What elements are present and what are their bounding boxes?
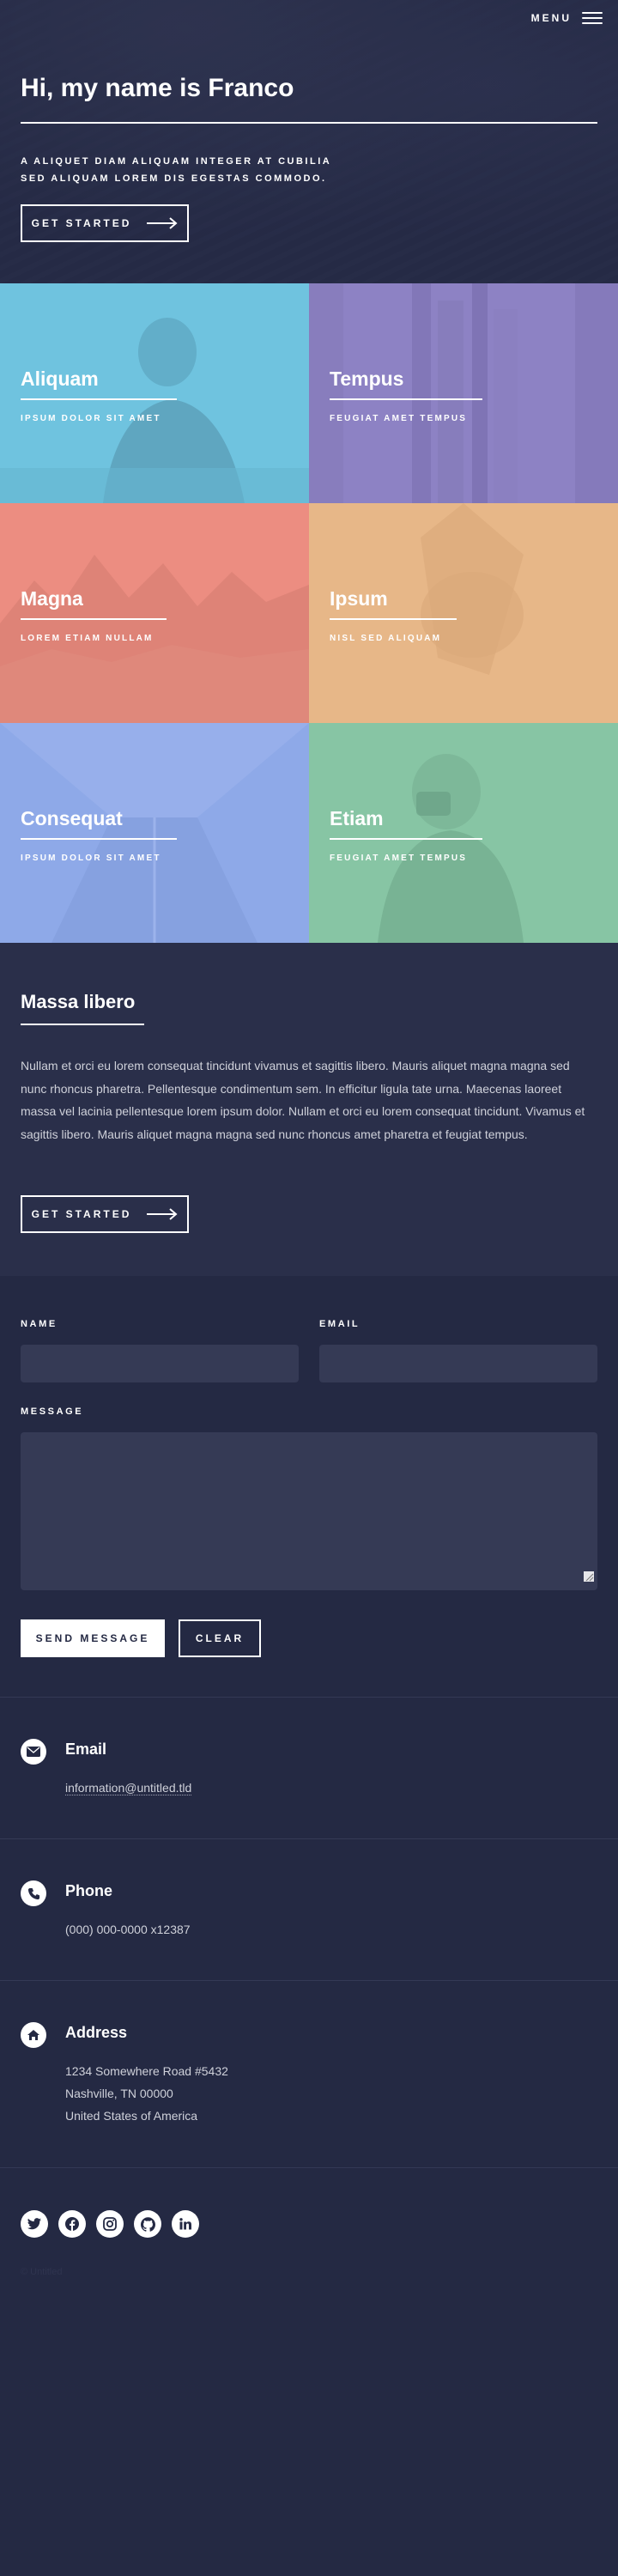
banner-subtitle-line: SED ALIQUAM LOREM DIS EGESTAS COMMODO. — [21, 173, 327, 184]
tile-etiam[interactable]: Etiam FEUGIAT AMET TEMPUS — [309, 723, 618, 943]
tiles-grid: Aliquam IPSUM DOLOR SIT AMET Tempus FEUG… — [0, 283, 618, 943]
resize-grip-icon[interactable] — [584, 1571, 594, 1582]
email-field[interactable] — [319, 1345, 597, 1382]
section-title: Massa libero — [21, 991, 136, 1012]
get-started-button[interactable]: GET STARTED — [21, 204, 189, 242]
tile-subtitle: LOREM ETIAM NULLAM — [21, 634, 154, 643]
tile-underline — [21, 398, 177, 400]
tile-subtitle: IPSUM DOLOR SIT AMET — [21, 854, 161, 863]
tile-magna[interactable]: Magna LOREM ETIAM NULLAM — [0, 503, 309, 723]
contact-heading: Email — [65, 1741, 107, 1758]
envelope-icon — [21, 1739, 46, 1765]
tile-photo — [0, 283, 309, 503]
tile-subtitle: FEUGIAT AMET TEMPUS — [330, 854, 468, 863]
get-started-button[interactable]: GET STARTED — [21, 1195, 189, 1233]
get-started-label: GET STARTED — [31, 217, 132, 229]
tile-photo — [309, 503, 618, 723]
tile-title: Etiam — [330, 807, 384, 829]
contact-value: information@untitled.tld — [65, 1777, 192, 1799]
instagram-icon[interactable] — [96, 2210, 124, 2238]
tile-aliquam[interactable]: Aliquam IPSUM DOLOR SIT AMET — [0, 283, 309, 503]
tile-photo — [0, 723, 309, 943]
title-underline — [21, 122, 597, 124]
tile-ipsum[interactable]: Ipsum NISL SED ALIQUAM — [309, 503, 618, 723]
contact-form: NAME EMAIL MESSAGE SEND MESSAGE CLEAR — [0, 1276, 618, 1698]
copyright: © Untitled — [21, 2267, 63, 2277]
linkedin-icon[interactable] — [172, 2210, 199, 2238]
message-label: MESSAGE — [21, 1406, 84, 1417]
name-field[interactable] — [21, 1345, 299, 1382]
tile-title: Magna — [21, 587, 83, 610]
social-links — [21, 2210, 199, 2238]
address-line: United States of America — [65, 2109, 198, 2123]
address-line: 1234 Somewhere Road #5432 — [65, 2064, 228, 2078]
menu-button[interactable]: MENU — [531, 12, 603, 24]
clear-label: CLEAR — [195, 1632, 245, 1644]
tile-underline — [330, 838, 482, 840]
tile-consequat[interactable]: Consequat IPSUM DOLOR SIT AMET — [0, 723, 309, 943]
name-label: NAME — [21, 1319, 58, 1329]
address-line: Nashville, TN 00000 — [65, 2087, 173, 2100]
section-body: Nullam et orci eu lorem consequat tincid… — [21, 1059, 585, 1141]
tile-underline — [330, 398, 482, 400]
tile-title: Consequat — [21, 807, 123, 829]
banner: MENU Hi, my name is Franco A ALIQUET DIA… — [0, 0, 618, 283]
tile-underline — [21, 618, 167, 620]
arrow-right-icon — [147, 1208, 178, 1220]
twitter-icon[interactable] — [21, 2210, 48, 2238]
menu-label: MENU — [530, 12, 572, 24]
contact-email: Email information@untitled.tld — [0, 1698, 618, 1839]
message-field[interactable] — [21, 1432, 597, 1590]
contact-heading: Address — [65, 2024, 128, 2041]
contact-phone: Phone (000) 000-0000 x12387 — [0, 1839, 618, 1981]
facebook-icon[interactable] — [58, 2210, 86, 2238]
email-label: EMAIL — [319, 1319, 360, 1329]
tile-subtitle: FEUGIAT AMET TEMPUS — [330, 414, 468, 423]
tile-photo — [309, 283, 618, 503]
github-icon[interactable] — [134, 2210, 161, 2238]
about-section: Massa libero Nullam et orci eu lorem con… — [0, 943, 618, 1276]
tile-subtitle: IPSUM DOLOR SIT AMET — [21, 414, 161, 423]
contact-heading: Phone — [65, 1882, 113, 1899]
divider — [0, 2167, 618, 2168]
tile-title: Ipsum — [330, 587, 388, 610]
clear-button[interactable]: CLEAR — [179, 1619, 261, 1657]
email-link[interactable]: information@untitled.tld — [65, 1781, 192, 1795]
banner-subtitle: A ALIQUET DIAM ALIQUAM INTEGER AT CUBILI… — [21, 153, 331, 187]
tile-underline — [330, 618, 457, 620]
message-wrapper — [21, 1432, 597, 1590]
page-title: Hi, my name is Franco — [21, 74, 294, 102]
contact-value: 1234 Somewhere Road #5432 Nashville, TN … — [65, 2060, 228, 2127]
send-message-button[interactable]: SEND MESSAGE — [21, 1619, 165, 1657]
section-title-underline — [21, 1024, 144, 1025]
tile-subtitle: NISL SED ALIQUAM — [330, 634, 442, 643]
banner-subtitle-line: A ALIQUET DIAM ALIQUAM INTEGER AT CUBILI… — [21, 156, 332, 167]
tile-photo — [309, 723, 618, 943]
tile-title: Aliquam — [21, 368, 99, 390]
tile-title: Tempus — [330, 368, 404, 390]
tile-underline — [21, 838, 177, 840]
tile-photo — [0, 503, 309, 723]
hamburger-icon — [582, 12, 603, 24]
contact-address: Address 1234 Somewhere Road #5432 Nashvi… — [0, 1981, 618, 2168]
arrow-right-icon — [147, 217, 178, 229]
tile-tempus[interactable]: Tempus FEUGIAT AMET TEMPUS — [309, 283, 618, 503]
get-started-label: GET STARTED — [31, 1208, 132, 1220]
home-icon — [21, 2022, 46, 2048]
phone-icon — [21, 1880, 46, 1906]
contact-value: (000) 000-0000 x12387 — [65, 1923, 191, 1936]
